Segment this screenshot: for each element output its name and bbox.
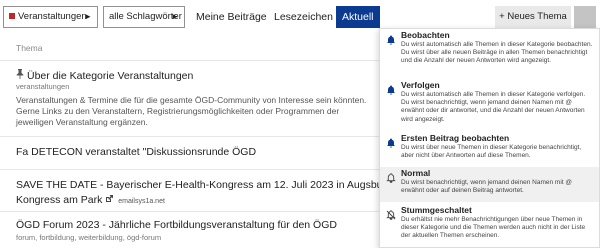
pin-icon <box>16 69 24 82</box>
topic-title-link[interactable]: ÖGD Forum 2023 - Jährliche Fortbildungsv… <box>16 219 337 231</box>
category-dropdown[interactable]: Veranstaltungen ► <box>3 6 98 28</box>
bell-icon <box>386 170 396 183</box>
option-description: Du wirst benachrichtigt, wenn jemand dei… <box>401 179 572 195</box>
watching-icon <box>386 32 396 45</box>
link-domain: emailsys1a.net <box>118 198 165 205</box>
topic-title-link-cont[interactable]: Kongress am Park emailsys1a.net <box>16 194 165 206</box>
notification-option-normal[interactable]: Normal Du wirst benachrichtigt, wenn jem… <box>380 167 599 202</box>
topic-title-text: Kongress am Park <box>16 194 103 206</box>
notification-option-first-post[interactable]: Ersten Beitrag beobachten Du wirst über … <box>380 132 599 167</box>
option-description: Du erhältst nie mehr Benachrichtigungen … <box>401 216 586 240</box>
chevron-right-icon: ► <box>84 12 92 21</box>
notification-option-watching[interactable]: Beobachten Du wirst automatisch alle The… <box>380 29 599 77</box>
topic-title-text: Über die Kategorie Veranstaltungen <box>27 70 194 82</box>
notification-option-tracking[interactable]: Verfolgen Du wirst automatisch alle Them… <box>380 79 599 129</box>
nav-my-posts[interactable]: Meine Beiträge <box>193 6 270 28</box>
column-header-topic[interactable]: Thema <box>16 43 42 53</box>
first-post-icon <box>386 135 396 148</box>
muted-icon <box>386 207 396 220</box>
option-description: Du wirst automatisch alle Themen in dies… <box>401 41 593 65</box>
topic-title-link[interactable]: SAVE THE DATE - Bayerischer E-Health-Kon… <box>16 179 395 191</box>
topic-title-link[interactable]: Über die Kategorie Veranstaltungen <box>16 69 193 82</box>
option-title: Stummgeschaltet <box>401 205 472 215</box>
new-topic-button[interactable]: + Neues Thema <box>495 6 571 28</box>
option-description: Du wirst über neue Themen in dieser Kate… <box>401 144 582 160</box>
option-title: Ersten Beitrag beobachten <box>401 133 510 143</box>
option-title: Beobachten <box>401 30 450 40</box>
topic-tag-category[interactable]: veranstaltungen <box>16 82 69 91</box>
category-dropdown-label: Veranstaltungen <box>18 11 87 22</box>
nav-current[interactable]: Aktuell <box>336 6 380 28</box>
topic-tags[interactable]: forum, fortbildung, weiterbildung, ögd-f… <box>16 233 161 242</box>
external-link-icon <box>105 194 116 206</box>
option-title: Verfolgen <box>401 80 440 90</box>
tracking-icon <box>386 82 396 95</box>
topic-title-link[interactable]: Fa DETECON veranstaltet "Diskussionsrund… <box>16 146 256 158</box>
notification-option-muted[interactable]: Stummgeschaltet Du erhältst nie mehr Ben… <box>380 204 599 248</box>
notification-level-button[interactable] <box>574 6 596 28</box>
tags-dropdown[interactable]: alle Schlagwörter ► <box>103 6 185 28</box>
notification-level-menu: Beobachten Du wirst automatisch alle The… <box>379 28 600 248</box>
option-description: Du wirst automatisch alle Themen in dies… <box>401 91 586 123</box>
chevron-right-icon: ► <box>171 12 179 21</box>
option-title: Normal <box>401 168 431 178</box>
category-color-square <box>9 13 15 19</box>
topic-excerpt: Veranstaltungen & Termine die für die ge… <box>16 95 367 127</box>
nav-bookmarks[interactable]: Lesezeichen <box>271 6 336 28</box>
